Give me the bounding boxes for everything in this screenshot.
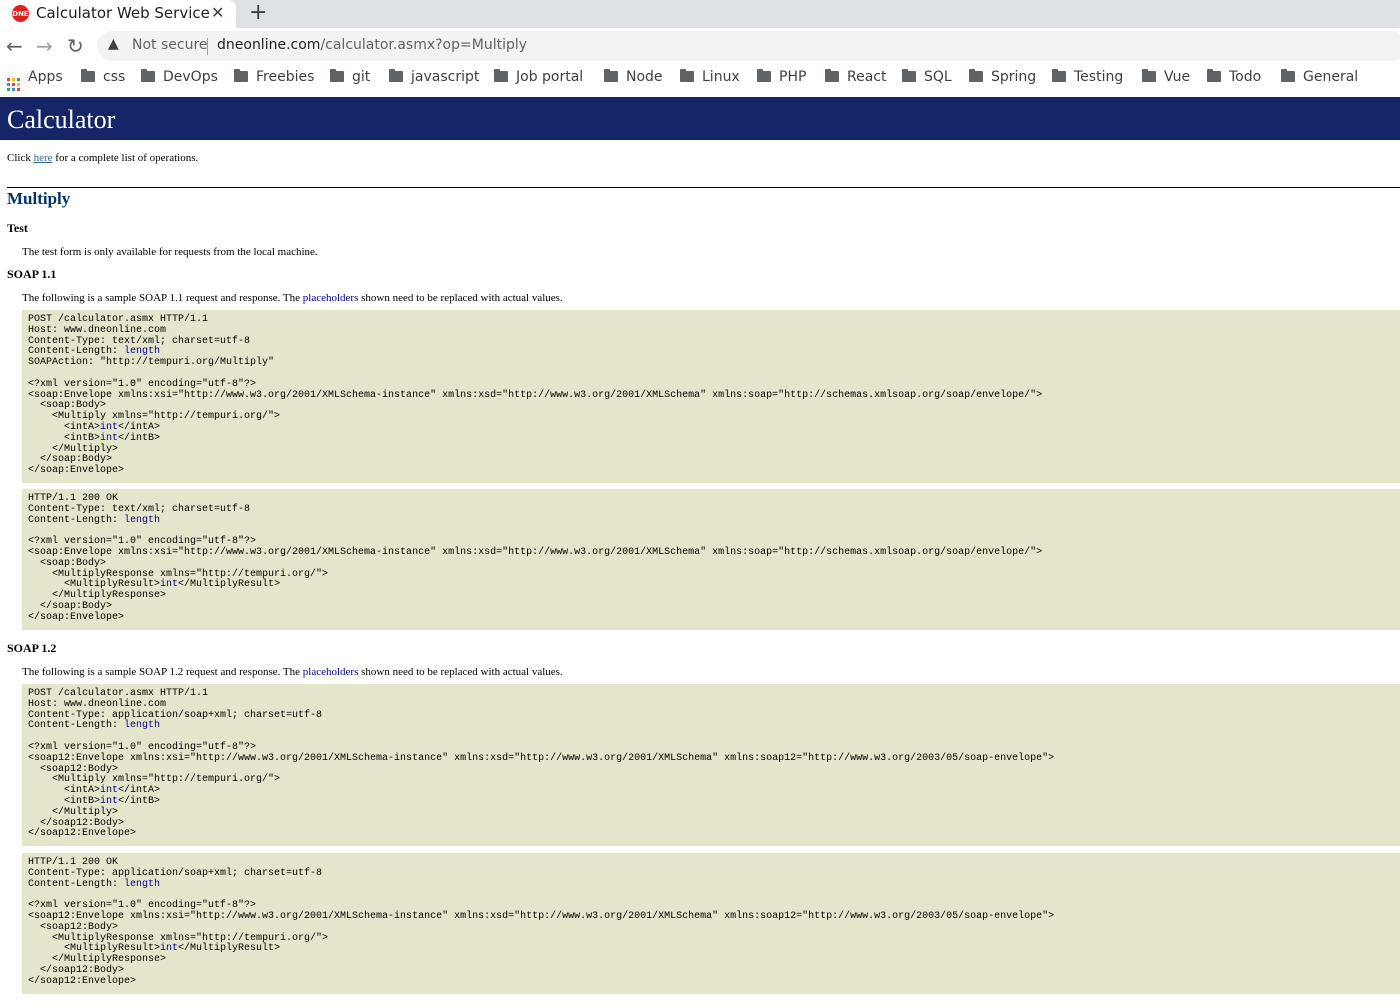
bookmark-linux[interactable]: Linux [680, 69, 740, 89]
bookmark-label: Spring [991, 69, 1037, 85]
operation-title: Multiply [7, 189, 71, 208]
soap12-request-sample: POST /calculator.asmx HTTP/1.1 Host: www… [22, 684, 1400, 846]
apps-grid-icon [7, 78, 20, 91]
page-banner: Calculator [0, 97, 1400, 140]
folder-icon [969, 69, 983, 82]
back-arrow-icon[interactable]: ← [6, 34, 23, 58]
folder-icon [234, 69, 248, 82]
test-heading: Test [7, 221, 28, 235]
site-favicon-icon: DNE [12, 5, 29, 22]
browser-tab[interactable]: DNE Calculator Web Service ✕ [0, 0, 236, 28]
folder-icon [902, 69, 916, 82]
url-path: /calculator.asmx?op=Multiply [320, 37, 528, 53]
omnibox-divider [207, 38, 208, 55]
intro-text: Click here for a complete list of operat… [7, 152, 199, 164]
placeholder-value: int [160, 579, 179, 591]
folder-icon [1281, 69, 1295, 82]
bookmark-label: Node [626, 69, 663, 85]
bookmarks-bar: Apps css DevOps Freebies git javascript Job po… [0, 64, 1400, 94]
reload-icon[interactable]: ↻ [67, 34, 84, 58]
folder-icon [81, 69, 95, 82]
bookmark-label: Vue [1164, 69, 1191, 85]
bookmark-spring[interactable]: Spring [969, 69, 1036, 89]
browser-toolbar: ← → ↻ ▲ Not secure dneonline.com/calcula… [0, 28, 1400, 64]
folder-icon [604, 69, 618, 82]
folder-icon [330, 69, 344, 82]
bookmark-label: Todo [1229, 69, 1262, 85]
bookmark-label: DevOps [163, 69, 218, 85]
url-text[interactable]: dneonline.com/calculator.asmx?op=Multipl… [217, 37, 527, 53]
bookmark-label: Job portal [516, 69, 584, 85]
bookmark-php[interactable]: PHP [757, 69, 806, 89]
folder-icon [494, 69, 508, 82]
service-title: Calculator [7, 105, 116, 134]
bookmark-label: Apps [28, 69, 63, 85]
bookmark-apps[interactable]: Apps [7, 69, 63, 91]
placeholder-value: int [160, 943, 179, 955]
bookmark-sql[interactable]: SQL [902, 69, 952, 89]
folder-icon [389, 69, 403, 82]
placeholder-value: int [100, 432, 119, 444]
folder-icon [757, 69, 771, 82]
folder-icon [825, 69, 839, 82]
bookmark-todo[interactable]: Todo [1207, 69, 1261, 89]
folder-icon [1142, 69, 1156, 82]
soap12-description: The following is a sample SOAP 1.2 reque… [22, 666, 563, 678]
tab-title: Calculator Web Service [36, 4, 210, 22]
security-status[interactable]: Not secure [132, 37, 208, 53]
address-bar[interactable]: ▲ Not secure dneonline.com/calculator.as… [97, 31, 1400, 61]
soap11-response-sample: HTTP/1.1 200 OK Content-Type: text/xml; … [22, 489, 1400, 630]
bookmark-git[interactable]: git [330, 69, 370, 89]
bookmark-label: Freebies [256, 69, 315, 85]
placeholders-term: placeholders [302, 292, 359, 304]
bookmark-label: PHP [779, 69, 807, 85]
bookmark-javascript[interactable]: javascript [389, 69, 479, 89]
soap11-heading: SOAP 1.1 [7, 267, 57, 281]
bookmark-label: css [103, 69, 126, 85]
placeholder-value: length [124, 878, 161, 890]
placeholder-value: length [124, 720, 161, 732]
new-tab-icon[interactable]: + [249, 0, 267, 25]
placeholder-value: length [124, 514, 161, 526]
operations-list-link[interactable]: here [34, 152, 53, 164]
folder-icon [1207, 69, 1221, 82]
bookmark-testing[interactable]: Testing [1052, 69, 1123, 89]
soap11-request-sample: POST /calculator.asmx HTTP/1.1 Host: www… [22, 310, 1400, 483]
bookmark-vue[interactable]: Vue [1142, 69, 1190, 89]
tab-strip: DNE Calculator Web Service ✕ + [0, 0, 1400, 28]
bookmark-label: Linux [702, 69, 740, 85]
bookmark-label: SQL [924, 69, 952, 85]
bookmark-label: git [352, 69, 371, 85]
bookmark-job-portal[interactable]: Job portal [494, 69, 583, 89]
soap12-response-sample: HTTP/1.1 200 OK Content-Type: applicatio… [22, 853, 1400, 994]
placeholder-value: int [100, 785, 119, 797]
url-host: dneonline.com [217, 37, 321, 53]
bookmark-label: General [1303, 69, 1359, 85]
bookmark-freebies[interactable]: Freebies [234, 69, 314, 89]
placeholders-term: placeholders [302, 666, 359, 678]
folder-icon [680, 69, 694, 82]
close-tab-icon[interactable]: ✕ [211, 3, 224, 22]
bookmark-label: React [847, 69, 887, 85]
forward-arrow-icon[interactable]: → [36, 34, 53, 58]
bookmark-general[interactable]: General [1281, 69, 1358, 89]
placeholder-value: int [100, 421, 119, 433]
test-note: The test form is only available for requ… [22, 246, 318, 258]
folder-icon [141, 69, 155, 82]
bookmark-label: javascript [411, 69, 480, 85]
soap11-description: The following is a sample SOAP 1.1 reque… [22, 292, 563, 304]
placeholder-value: length [124, 346, 161, 358]
bookmark-css[interactable]: css [81, 69, 125, 89]
bookmark-react[interactable]: React [825, 69, 886, 89]
folder-icon [1052, 69, 1066, 82]
web-page: Calculator Click here for a complete lis… [0, 97, 1400, 1008]
divider [7, 187, 1400, 188]
warning-triangle-icon[interactable]: ▲ [108, 36, 119, 52]
bookmark-label: Testing [1074, 69, 1124, 85]
placeholder-value: int [100, 795, 119, 807]
soap12-heading: SOAP 1.2 [7, 641, 57, 655]
bookmark-node[interactable]: Node [604, 69, 663, 89]
bookmark-devops[interactable]: DevOps [141, 69, 218, 89]
